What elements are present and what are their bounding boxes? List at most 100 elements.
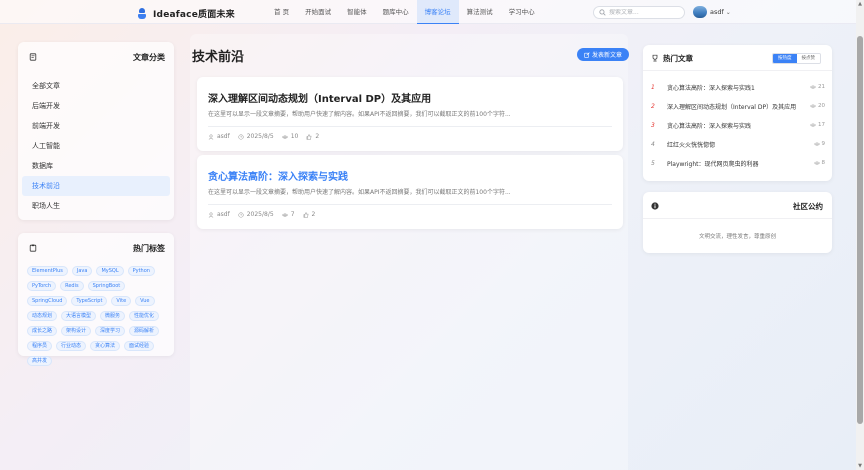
hot-item-title[interactable]: 深入理解区间动态规划（Interval DP）及其应用 — [667, 102, 796, 111]
hot-list-item[interactable]: 2 深入理解区间动态规划（Interval DP）及其应用 20 — [651, 97, 825, 116]
sort-by-heat-button[interactable]: 按热度 — [773, 54, 797, 63]
category-item-frontend[interactable]: 前端开发 — [22, 116, 170, 136]
category-title: 文章分类 — [133, 53, 165, 62]
community-notice-card: 社区公约 文明交流，理性发言，尊重原创 — [643, 192, 832, 253]
tag-item[interactable]: 程序员 — [27, 341, 53, 351]
tag-item[interactable]: 成长之路 — [27, 326, 58, 336]
avatar[interactable] — [693, 6, 707, 18]
top-header: Ideaface质面未来 首 页 开始面试 智能体 题库中心 博客论坛 算法测试… — [0, 0, 856, 24]
article-card[interactable]: 深入理解区间动态规划（Interval DP）及其应用 在这里可以显示一段文章摘… — [197, 77, 623, 151]
tag-item[interactable]: 面试经验 — [124, 341, 155, 351]
tag-item[interactable]: Redis — [60, 281, 84, 291]
hot-rank: 1 — [651, 84, 655, 91]
main-nav: 首 页 开始面试 智能体 题库中心 博客论坛 算法测试 学习中心 — [266, 0, 543, 24]
tag-item[interactable]: Vue — [135, 296, 155, 306]
tag-item[interactable]: PyTorch — [27, 281, 57, 291]
hot-item-title[interactable]: 贪心算法高阶：深入探索与实践1 — [667, 83, 755, 92]
tag-list: ElementPlus Java MySQL Python PyTorch Re… — [27, 266, 172, 371]
clipboard-icon — [29, 244, 37, 252]
tag-item[interactable]: SpringBoot — [87, 281, 126, 291]
tag-item[interactable]: 微服务 — [100, 311, 126, 321]
article-title[interactable]: 贪心算法高阶：深入探索与实践 — [208, 168, 348, 183]
eye-icon — [813, 161, 820, 165]
tag-item[interactable]: 大语言模型 — [61, 311, 97, 321]
hot-list-item[interactable]: 3 贪心算法高阶：深入探索与实践 17 — [651, 116, 825, 135]
nav-item-interview[interactable]: 开始面试 — [297, 0, 339, 24]
category-item-career[interactable]: 职场人生 — [22, 196, 170, 216]
article-likes: 2 — [315, 133, 320, 140]
nav-item-learning[interactable]: 学习中心 — [501, 0, 543, 24]
tag-item[interactable]: Python — [127, 266, 155, 276]
category-item-tech-frontier[interactable]: 技术前沿 — [22, 176, 170, 196]
hot-title: 热门文章 — [663, 54, 693, 63]
search-input[interactable] — [609, 9, 679, 16]
nav-item-question-bank[interactable]: 题库中心 — [375, 0, 417, 24]
chevron-down-icon: ⌄ — [725, 8, 731, 16]
sort-by-likes-button[interactable]: 按点赞 — [796, 54, 820, 63]
category-item-database[interactable]: 数据库 — [22, 156, 170, 176]
tag-item[interactable]: 贪心算法 — [90, 341, 121, 351]
article-date: 2025/8/5 — [246, 133, 274, 140]
logo[interactable]: Ideaface质面未来 — [138, 7, 235, 20]
hot-item-views: 17 — [818, 122, 825, 128]
eye-icon — [281, 212, 288, 217]
tag-item[interactable]: ElementPlus — [27, 266, 68, 276]
tag-item[interactable]: 架构设计 — [61, 326, 92, 336]
eye-icon — [810, 123, 816, 127]
article-title[interactable]: 深入理解区间动态规划（Interval DP）及其应用 — [208, 90, 431, 105]
category-item-ai[interactable]: 人工智能 — [22, 136, 170, 156]
tag-item[interactable]: TypeScript — [71, 296, 108, 306]
tag-item[interactable]: 高并发 — [27, 356, 53, 366]
tag-item[interactable]: MySQL — [96, 266, 124, 276]
tag-title: 热门标签 — [133, 244, 165, 253]
nav-item-home[interactable]: 首 页 — [266, 0, 297, 24]
category-item-all[interactable]: 全部文章 — [22, 76, 170, 96]
new-post-label: 发表新文章 — [591, 52, 622, 59]
clock-icon — [238, 133, 244, 140]
hot-item-views: 20 — [818, 103, 825, 109]
article-date: 2025/8/5 — [246, 211, 274, 218]
hot-list-item[interactable]: 5 Playwright：现代网页爬虫的利器 8 — [651, 154, 825, 173]
article-card[interactable]: 贪心算法高阶：深入探索与实践 在这里可以显示一段文章摘要，帮助用户快速了解内容。… — [197, 155, 623, 229]
nav-item-agent[interactable]: 智能体 — [339, 0, 375, 24]
article-author: asdf — [217, 211, 230, 218]
nav-item-blog[interactable]: 博客论坛 — [416, 0, 459, 24]
article-meta: asdf 2025/8/5 10 2 — [208, 133, 327, 140]
tag-item[interactable]: SpringCloud — [27, 296, 68, 306]
logo-icon — [138, 8, 146, 19]
username: asdf — [710, 8, 724, 16]
hot-rank: 2 — [651, 103, 655, 110]
hot-item-title[interactable]: Playwright：现代网页爬虫的利器 — [667, 159, 759, 168]
hot-list-item[interactable]: 1 贪心算法高阶：深入探索与实践1 21 — [651, 78, 825, 97]
tag-item[interactable]: Vite — [111, 296, 132, 306]
article-views: 10 — [290, 133, 299, 140]
hot-rank: 5 — [651, 160, 655, 167]
tag-item[interactable]: 行业动态 — [56, 341, 87, 351]
tag-item[interactable]: 源码解析 — [129, 326, 160, 336]
hot-list-item[interactable]: 4 红红火火恍恍惚惚 9 — [651, 135, 825, 154]
page-scrollbar[interactable]: ▲ ▼ — [856, 0, 864, 470]
article-author: asdf — [217, 133, 230, 140]
category-item-backend[interactable]: 后端开发 — [22, 96, 170, 116]
scroll-up-arrow-icon[interactable]: ▲ — [857, 1, 863, 7]
scroll-thumb[interactable] — [857, 36, 863, 424]
article-summary: 在这里可以显示一段文章摘要，帮助用户快速了解内容。如果API不返回摘要，我们可以… — [208, 111, 511, 118]
hot-item-title[interactable]: 红红火火恍恍惚惚 — [667, 140, 715, 149]
notice-text: 文明交流，理性发言，尊重原创 — [698, 234, 776, 240]
edit-icon — [584, 51, 590, 58]
tag-item[interactable]: 动态规划 — [27, 311, 58, 321]
new-post-button[interactable]: 发表新文章 — [577, 48, 629, 61]
search-box — [593, 6, 685, 19]
user-menu[interactable]: asdf ⌄ — [693, 6, 731, 18]
hot-item-views: 8 — [821, 160, 826, 166]
nav-item-algorithm[interactable]: 算法测试 — [459, 0, 501, 24]
tag-item[interactable]: Java — [71, 266, 93, 276]
hot-item-title[interactable]: 贪心算法高阶：深入探索与实践 — [667, 121, 751, 130]
tag-item[interactable]: 性能优化 — [129, 311, 160, 321]
scroll-down-arrow-icon[interactable]: ▼ — [857, 463, 863, 469]
hot-rank: 4 — [651, 141, 655, 148]
tag-item[interactable]: 深度学习 — [95, 326, 126, 336]
eye-icon — [810, 104, 816, 108]
divider — [208, 204, 612, 205]
trophy-icon — [652, 54, 658, 62]
